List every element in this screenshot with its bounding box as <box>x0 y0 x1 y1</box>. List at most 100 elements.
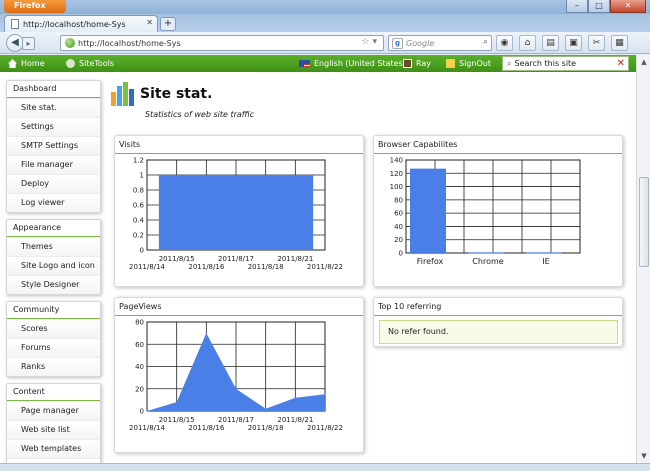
scroll-up-icon[interactable]: ▲ <box>639 57 649 67</box>
apps-icon[interactable]: ▦ <box>611 35 628 51</box>
y-tick-label: 40 <box>135 363 144 371</box>
firefox-menu-button[interactable]: Firefox <box>4 0 66 13</box>
window-controls: – □ ✕ <box>566 0 646 13</box>
x-tick-label: 2011/8/15 <box>159 416 195 424</box>
sidebar-item[interactable]: Site Logo and icon <box>7 256 100 275</box>
y-tick-label: 0.8 <box>133 187 144 195</box>
language-label: English (United States) <box>314 59 406 68</box>
url-bar[interactable]: http://localhost/home-Sys ☆▾ <box>60 35 384 51</box>
home-link[interactable]: Home <box>8 55 45 72</box>
y-tick-label: 20 <box>394 236 403 244</box>
forward-button[interactable]: ▸ <box>22 36 35 50</box>
visits-chart: 00.20.40.60.811.22011/8/142011/8/152011/… <box>129 157 343 272</box>
search-icon[interactable]: ⌕ <box>483 37 488 47</box>
site-search-label: Search this site <box>514 59 577 68</box>
search-icon: ⌕ <box>507 58 512 68</box>
sitetools-link[interactable]: SiteTools <box>66 55 114 72</box>
pageviews-chart: 0204060802011/8/142011/8/152011/8/162011… <box>129 319 343 433</box>
y-tick-label: 20 <box>135 385 144 393</box>
sidebar-group-title: Content <box>7 384 100 401</box>
sidebar-item[interactable]: Log viewer <box>7 193 100 212</box>
no-refer-message: No refer found. <box>379 320 618 344</box>
user-link[interactable]: Ray <box>403 55 431 72</box>
pageviews-panel: PageViews 0 20 40 60 80 2011/8/14 2011/8/15 201… <box>114 297 364 453</box>
search-bar[interactable]: g Google ⌕ <box>388 35 492 51</box>
minimize-button[interactable]: – <box>566 0 588 13</box>
x-tick-label: 2011/8/22 <box>307 424 343 432</box>
browser-bar <box>468 252 504 254</box>
browser-tab[interactable]: http://localhost/home-Sys ✕ <box>4 15 158 32</box>
visits-panel: Visits 0 0.2 0.4 0.6 0.8 1 1.2 2011/8/14 2011/8/… <box>114 135 364 287</box>
browser-bar <box>526 252 562 254</box>
x-tick-label: 2011/8/17 <box>218 416 254 424</box>
sidebar-item[interactable]: Settings <box>7 117 100 136</box>
sidebar-group-title: Dashboard <box>7 81 100 98</box>
sidebar-item[interactable]: Page manager <box>7 401 100 420</box>
sidebar-item[interactable]: Web site list <box>7 420 100 439</box>
sidebar-item[interactable]: Web templates <box>7 439 100 458</box>
vertical-scrollbar[interactable]: ▲ ▼ <box>636 55 650 463</box>
bookmark-star-icon[interactable]: ☆▾ <box>361 37 380 47</box>
y-tick-label: 100 <box>390 183 403 191</box>
visits-bar <box>158 175 314 250</box>
site-identity-icon[interactable] <box>65 38 75 48</box>
home-icon[interactable]: ⌂ <box>519 35 536 51</box>
page-content: Dashboard Site stat. Settings SMTP Settings… <box>0 72 636 463</box>
browser-bar <box>410 168 446 253</box>
y-tick-label: 40 <box>394 223 403 231</box>
scroll-down-icon[interactable]: ▼ <box>639 451 649 461</box>
y-tick-label: 120 <box>390 170 403 178</box>
sidebar-item[interactable]: Forums <box>7 338 100 357</box>
y-tick-label: 0.4 <box>133 217 145 225</box>
visits-panel-title: Visits <box>115 136 363 154</box>
bookmarks-icon[interactable]: ▤ <box>542 35 559 51</box>
data-point <box>324 393 326 395</box>
x-tick-label: 2011/8/18 <box>248 263 284 271</box>
signout-link[interactable]: SignOut <box>446 55 491 72</box>
scroll-thumb[interactable] <box>639 177 649 267</box>
y-tick-label: 60 <box>394 210 403 218</box>
sidebar-item[interactable]: Site stat. <box>7 98 100 117</box>
sidebar-item[interactable]: File manager <box>7 155 100 174</box>
search-engine-placeholder: Google <box>406 38 435 48</box>
x-tick-label: IE <box>542 257 549 266</box>
data-point <box>294 397 296 399</box>
y-tick-label: 1 <box>140 172 144 180</box>
addon-icon[interactable]: ◉ <box>496 35 513 51</box>
gear-icon <box>66 59 75 68</box>
sidebar-item[interactable]: Themes <box>7 237 100 256</box>
close-window-button[interactable]: ✕ <box>610 0 646 13</box>
language-selector[interactable]: English (United States) <box>299 55 406 72</box>
us-flag-icon <box>299 60 310 67</box>
y-tick-label: 0 <box>140 408 144 416</box>
sidebar-item[interactable]: Ranks <box>7 357 100 376</box>
tab-strip: http://localhost/home-Sys ✕ + <box>0 14 650 32</box>
maximize-button[interactable]: □ <box>588 0 610 13</box>
close-tab-icon[interactable]: ✕ <box>146 18 153 27</box>
x-tick-label: 2011/8/18 <box>248 424 284 432</box>
signout-icon <box>446 59 455 68</box>
sidebar-group: Content Page manager Web site list Web temp… <box>6 383 101 463</box>
x-tick-label: 2011/8/16 <box>188 424 224 432</box>
x-tick-label: 2011/8/21 <box>277 255 313 263</box>
window-titlebar: Firefox – □ ✕ <box>0 0 650 14</box>
referring-panel-title: Top 10 referring <box>374 298 622 316</box>
sidebar-item[interactable]: Deploy <box>7 174 100 193</box>
google-icon[interactable]: g <box>392 37 403 49</box>
new-tab-button[interactable]: + <box>160 17 176 31</box>
site-search-input[interactable]: ⌕ Search this site ✕ <box>502 56 629 71</box>
y-tick-label: 0.2 <box>133 232 144 240</box>
status-bar <box>0 463 650 471</box>
tools-icon[interactable]: ✂ <box>588 35 605 51</box>
sidebar-item[interactable]: Scores <box>7 319 100 338</box>
sidebar-item[interactable]: Style Designer <box>7 275 100 294</box>
page-title: Site stat. <box>140 86 213 102</box>
clear-search-icon[interactable]: ✕ <box>617 57 625 70</box>
sidebar-item[interactable]: SMTP Settings <box>7 136 100 155</box>
sidebar-group: Dashboard Site stat. Settings SMTP Settings… <box>6 80 101 213</box>
user-label: Ray <box>416 59 432 68</box>
x-tick-label: 2011/8/17 <box>218 255 254 263</box>
screenshot-icon[interactable]: ▣ <box>565 35 582 51</box>
y-tick-label: 80 <box>394 196 403 204</box>
y-tick-label: 0 <box>399 250 403 258</box>
